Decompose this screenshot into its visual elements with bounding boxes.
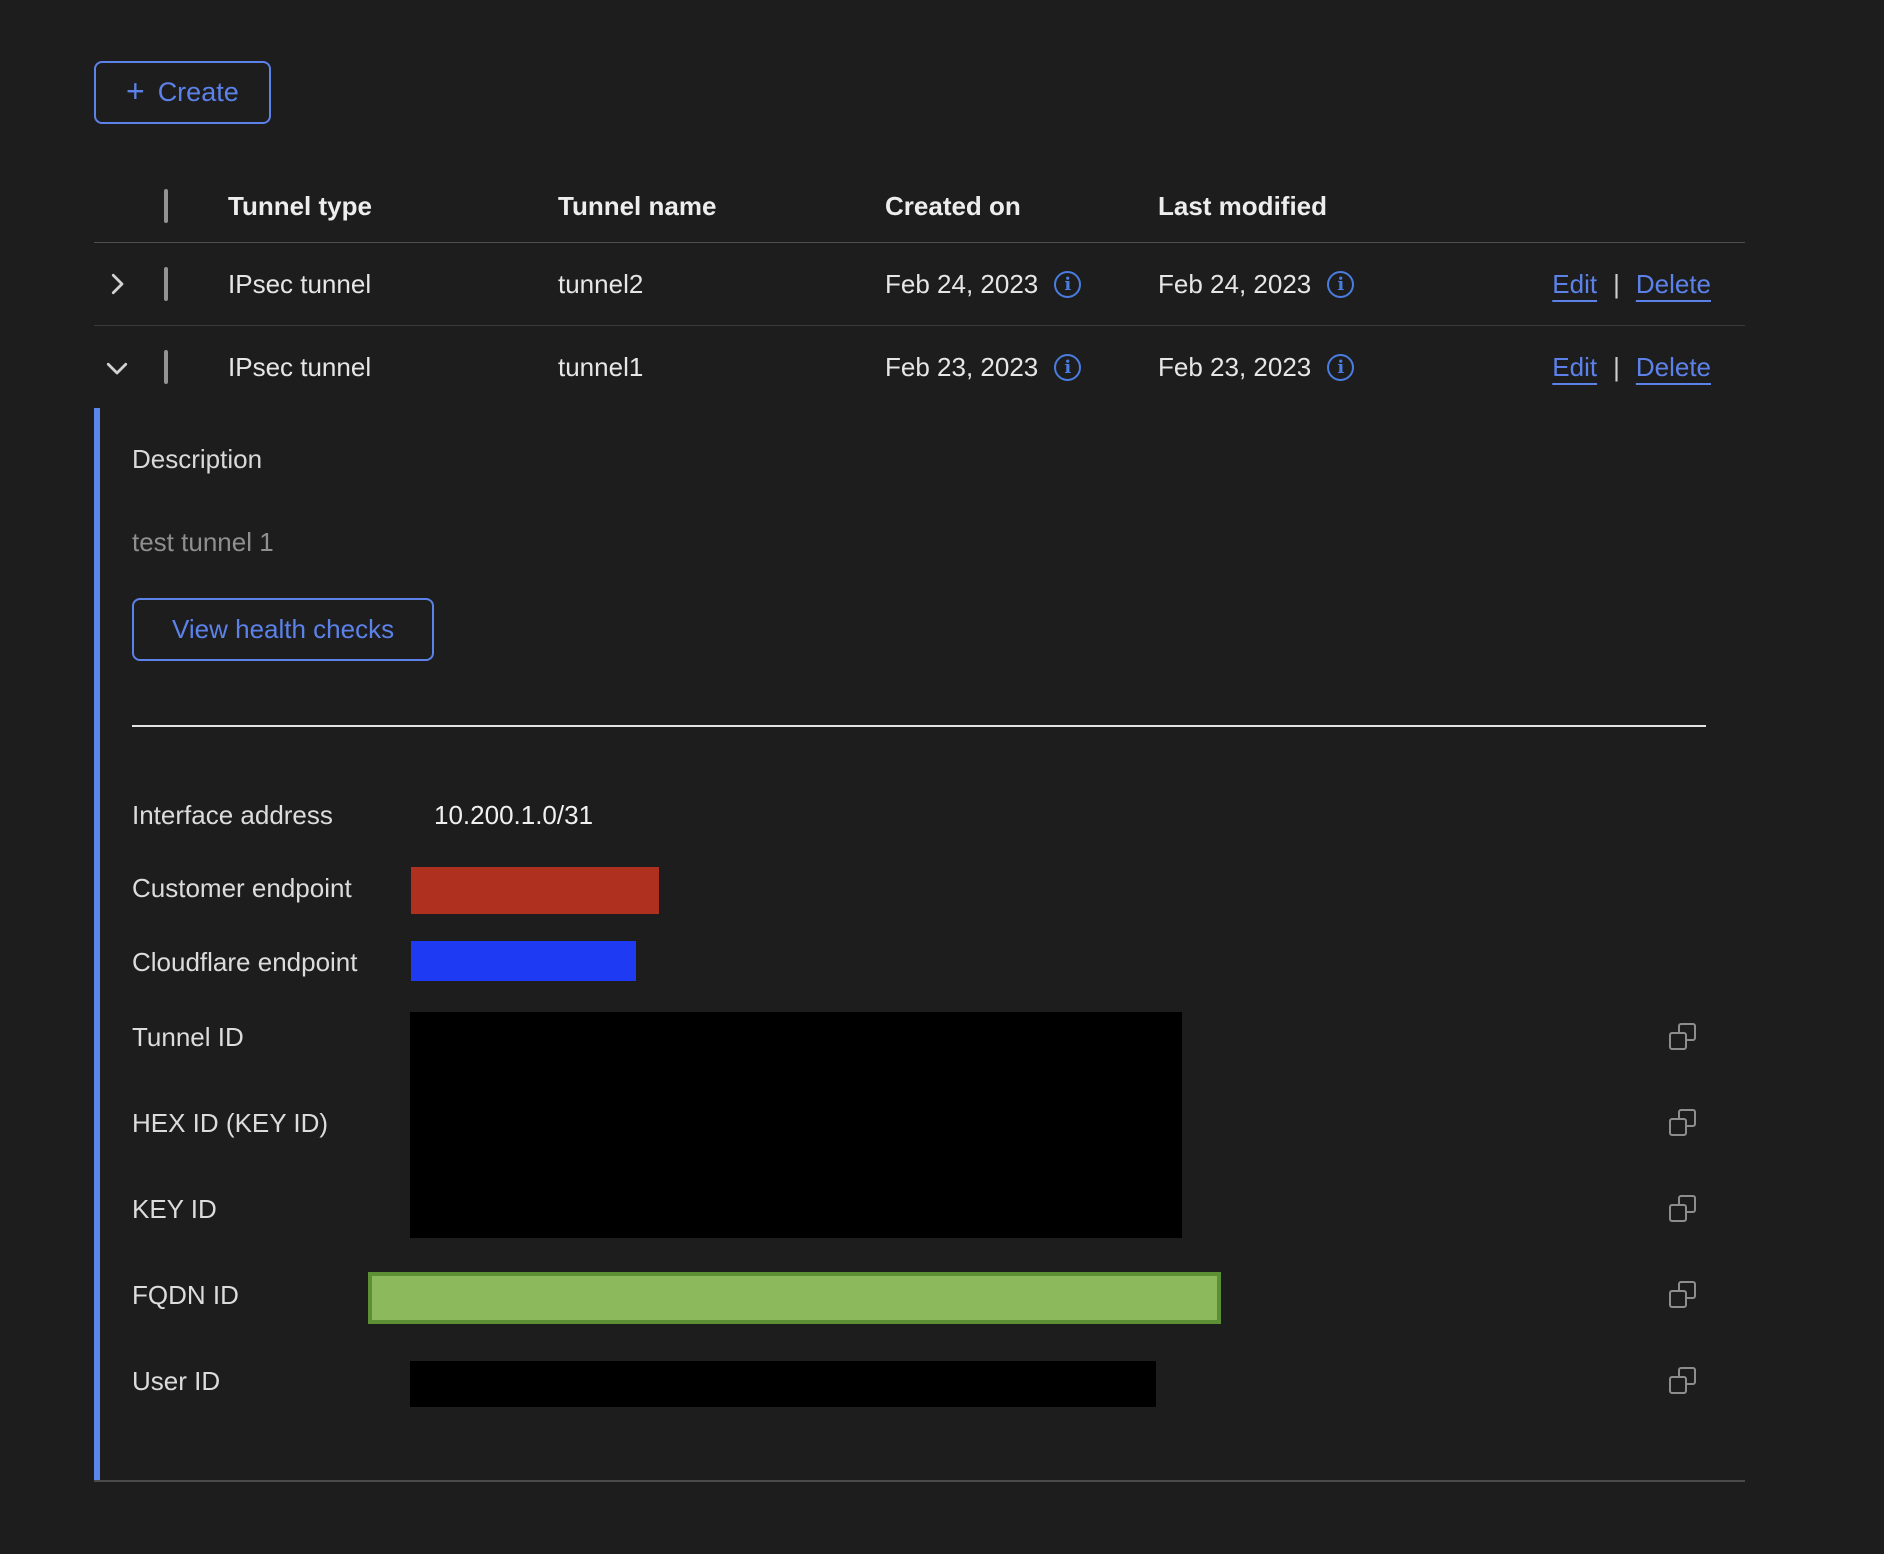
delete-link[interactable]: Delete xyxy=(1636,352,1711,383)
last-modified-cell: Feb 23, 2023 xyxy=(1158,352,1311,383)
column-header-created-on: Created on xyxy=(885,191,1158,222)
ids-redacted-block xyxy=(410,1012,1182,1238)
create-button[interactable]: + Create xyxy=(94,61,271,124)
tunnel-type-cell: IPsec tunnel xyxy=(228,269,558,300)
table-row: IPsec tunnel tunnel1 Feb 23, 2023 i Feb … xyxy=(94,326,1745,409)
info-icon[interactable]: i xyxy=(1327,354,1354,381)
view-health-checks-button[interactable]: View health checks xyxy=(132,598,434,661)
created-on-cell: Feb 23, 2023 xyxy=(885,352,1038,383)
cloudflare-endpoint-label: Cloudflare endpoint xyxy=(132,947,358,978)
plus-icon: + xyxy=(126,75,145,107)
description-text: test tunnel 1 xyxy=(132,527,274,558)
key-id-label: KEY ID xyxy=(132,1194,217,1225)
tunnels-page: + Create Tunnel type Tunnel name Created… xyxy=(0,0,1884,1554)
info-icon[interactable]: i xyxy=(1054,354,1081,381)
hex-id-label: HEX ID (KEY ID) xyxy=(132,1108,328,1139)
expand-row-chevron-right-icon[interactable] xyxy=(94,269,164,299)
tunnels-table: Tunnel type Tunnel name Created on Last … xyxy=(94,170,1745,409)
copy-fqdn-id-button[interactable] xyxy=(1668,1280,1700,1312)
actions-separator: | xyxy=(1613,269,1620,300)
column-header-tunnel-name: Tunnel name xyxy=(558,191,885,222)
expanded-panel-accent-bar xyxy=(94,408,100,1481)
interface-address-label: Interface address xyxy=(132,800,333,831)
edit-link[interactable]: Edit xyxy=(1552,352,1597,383)
interface-address-value: 10.200.1.0/31 xyxy=(434,800,593,831)
user-id-redacted-value xyxy=(410,1361,1156,1407)
panel-bottom-divider xyxy=(94,1480,1745,1482)
table-row: IPsec tunnel tunnel2 Feb 24, 2023 i Feb … xyxy=(94,243,1745,326)
actions-separator: | xyxy=(1613,352,1620,383)
cloudflare-endpoint-redacted-value xyxy=(411,941,636,981)
copy-hex-id-button[interactable] xyxy=(1668,1108,1700,1140)
copy-key-id-button[interactable] xyxy=(1668,1194,1700,1226)
description-label: Description xyxy=(132,444,262,475)
copy-user-id-button[interactable] xyxy=(1668,1366,1700,1398)
tunnel-name-cell: tunnel1 xyxy=(558,352,885,383)
column-header-tunnel-type: Tunnel type xyxy=(228,191,558,222)
row-checkbox[interactable] xyxy=(164,267,168,301)
created-on-cell: Feb 24, 2023 xyxy=(885,269,1038,300)
fqdn-id-redacted-value xyxy=(368,1272,1221,1324)
select-all-checkbox[interactable] xyxy=(164,189,168,223)
edit-link[interactable]: Edit xyxy=(1552,269,1597,300)
user-id-label: User ID xyxy=(132,1366,220,1397)
last-modified-cell: Feb 24, 2023 xyxy=(1158,269,1311,300)
tunnel-name-cell: tunnel2 xyxy=(558,269,885,300)
create-button-label: Create xyxy=(158,77,239,108)
collapse-row-chevron-down-icon[interactable] xyxy=(94,353,164,383)
info-icon[interactable]: i xyxy=(1327,271,1354,298)
info-icon[interactable]: i xyxy=(1054,271,1081,298)
fqdn-id-label: FQDN ID xyxy=(132,1280,239,1311)
table-header-row: Tunnel type Tunnel name Created on Last … xyxy=(94,170,1745,243)
delete-link[interactable]: Delete xyxy=(1636,269,1711,300)
copy-tunnel-id-button[interactable] xyxy=(1668,1022,1700,1054)
customer-endpoint-label: Customer endpoint xyxy=(132,873,352,904)
tunnel-type-cell: IPsec tunnel xyxy=(228,352,558,383)
row-checkbox[interactable] xyxy=(164,350,168,384)
panel-divider xyxy=(132,725,1706,727)
tunnel-id-label: Tunnel ID xyxy=(132,1022,244,1053)
customer-endpoint-redacted-value xyxy=(411,867,659,914)
column-header-last-modified: Last modified xyxy=(1158,191,1424,222)
